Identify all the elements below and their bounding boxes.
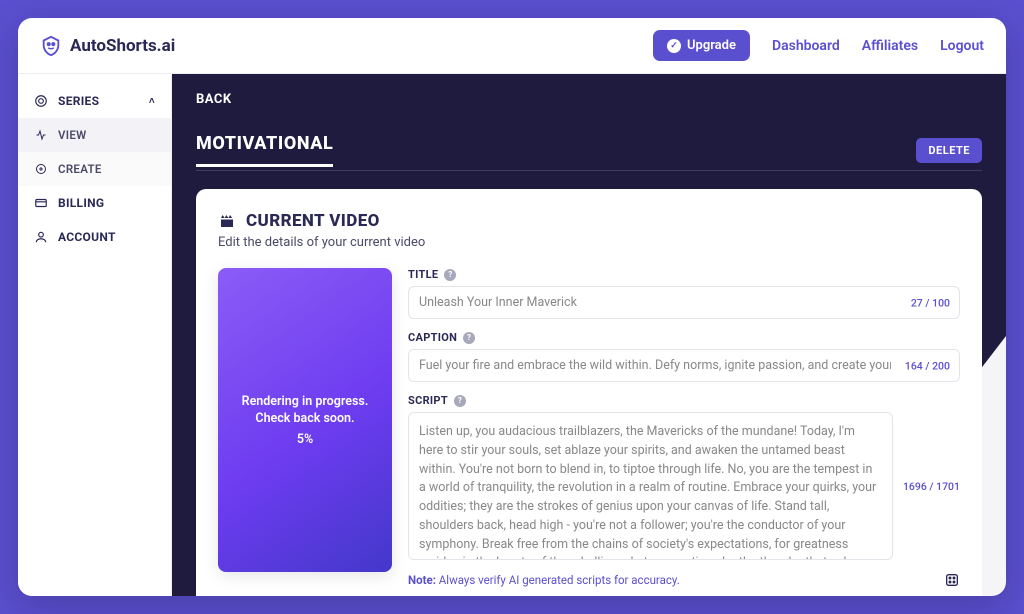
title-field: TITLE ? 27 / 100 xyxy=(408,268,960,319)
caption-label-text: CAPTION xyxy=(408,331,457,344)
title-input-wrap: 27 / 100 xyxy=(408,286,960,319)
caption-label: CAPTION ? xyxy=(408,331,960,344)
title-label-text: TITLE xyxy=(408,268,438,281)
pulse-icon xyxy=(34,128,48,142)
brand-name: AutoShorts.ai xyxy=(70,36,175,56)
content-area: BACK MOTIVATIONAL DELETE CURRENT VIDEO E… xyxy=(172,74,1006,596)
script-textarea[interactable] xyxy=(408,412,893,560)
sidebar-item-view[interactable]: VIEW xyxy=(18,118,171,152)
caption-field: CAPTION ? 164 / 200 xyxy=(408,331,960,382)
note-body: Always verify AI generated scripts for a… xyxy=(436,573,680,587)
upgrade-button[interactable]: ✓ Upgrade xyxy=(653,30,750,61)
sidebar-item-billing[interactable]: BILLING xyxy=(18,186,171,220)
divider xyxy=(196,170,982,171)
preview-percent: 5% xyxy=(297,432,313,447)
sidebar-item-create[interactable]: CREATE xyxy=(18,152,171,186)
script-label-text: SCRIPT xyxy=(408,394,448,407)
body: SERIES ˄ VIEW CREATE BILLING xyxy=(18,74,1006,596)
script-input-wrap: 1696 / 1701 xyxy=(408,412,960,560)
plus-circle-icon xyxy=(34,162,48,176)
sidebar-create-label: CREATE xyxy=(58,162,102,176)
sidebar: SERIES ˄ VIEW CREATE BILLING xyxy=(18,74,172,596)
topbar: AutoShorts.ai ✓ Upgrade Dashboard Affili… xyxy=(18,18,1006,74)
caption-input[interactable] xyxy=(408,349,960,382)
series-title: MOTIVATIONAL xyxy=(196,133,333,167)
logo-shield-icon xyxy=(40,35,62,57)
preview-status-line2: Check back soon. xyxy=(255,411,354,426)
sidebar-account-label: ACCOUNT xyxy=(58,230,116,244)
title-input[interactable] xyxy=(408,286,960,319)
caption-input-wrap: 164 / 200 xyxy=(408,349,960,382)
dice-icon[interactable] xyxy=(944,572,960,588)
video-row: Rendering in progress. Check back soon. … xyxy=(218,268,960,596)
brand[interactable]: AutoShorts.ai xyxy=(40,35,175,57)
card-title: CURRENT VIDEO xyxy=(246,211,380,231)
preview-status-line1: Rendering in progress. xyxy=(242,394,369,409)
app-window: AutoShorts.ai ✓ Upgrade Dashboard Affili… xyxy=(18,18,1006,596)
fields-column: TITLE ? 27 / 100 CAPTION xyxy=(408,268,960,596)
affiliates-link[interactable]: Affiliates xyxy=(862,38,918,54)
user-icon xyxy=(34,230,48,244)
help-icon[interactable]: ? xyxy=(444,269,456,281)
chevron-up-icon: ˄ xyxy=(149,96,155,107)
target-icon xyxy=(34,94,48,108)
note-bold: Note: xyxy=(408,573,436,587)
card-subtitle: Edit the details of your current video xyxy=(218,235,960,250)
help-icon[interactable]: ? xyxy=(463,332,475,344)
note-text: Note: Always verify AI generated scripts… xyxy=(408,573,680,587)
sidebar-item-series[interactable]: SERIES ˄ xyxy=(18,84,171,118)
sidebar-series-label: SERIES xyxy=(58,94,99,108)
sidebar-billing-label: BILLING xyxy=(58,196,104,210)
title-label: TITLE ? xyxy=(408,268,960,281)
card-icon xyxy=(34,196,48,210)
clapperboard-icon xyxy=(218,212,236,230)
check-badge-icon: ✓ xyxy=(667,39,681,53)
title-counter: 27 / 100 xyxy=(911,296,950,309)
script-counter: 1696 / 1701 xyxy=(903,480,960,493)
script-label: SCRIPT ? xyxy=(408,394,960,407)
logout-link[interactable]: Logout xyxy=(940,38,984,54)
content-inner: BACK MOTIVATIONAL DELETE CURRENT VIDEO E… xyxy=(172,74,1006,596)
back-button[interactable]: BACK xyxy=(196,92,232,107)
dashboard-link[interactable]: Dashboard xyxy=(772,38,840,54)
card-title-row: CURRENT VIDEO xyxy=(218,211,960,231)
topbar-nav: ✓ Upgrade Dashboard Affiliates Logout xyxy=(653,30,984,61)
note-row: Note: Always verify AI generated scripts… xyxy=(408,572,960,588)
script-field: SCRIPT ? 1696 / 1701 xyxy=(408,394,960,560)
sidebar-item-account[interactable]: ACCOUNT xyxy=(18,220,171,254)
help-icon[interactable]: ? xyxy=(454,395,466,407)
upgrade-label: Upgrade xyxy=(687,38,736,53)
caption-counter: 164 / 200 xyxy=(905,359,950,372)
video-preview: Rendering in progress. Check back soon. … xyxy=(218,268,392,572)
sidebar-view-label: VIEW xyxy=(58,128,87,142)
current-video-card: CURRENT VIDEO Edit the details of your c… xyxy=(196,189,982,596)
series-header: MOTIVATIONAL DELETE xyxy=(196,133,982,167)
delete-button[interactable]: DELETE xyxy=(916,138,982,163)
